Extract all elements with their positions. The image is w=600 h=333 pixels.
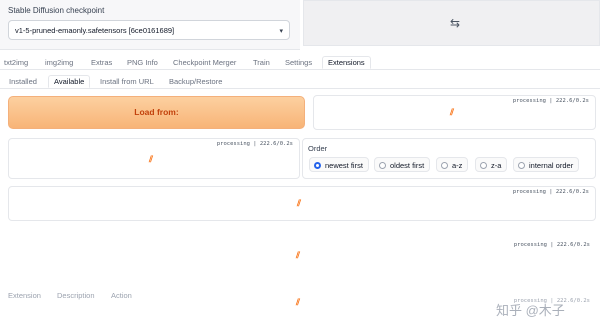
checkpoint-label: Stable Diffusion checkpoint bbox=[8, 6, 105, 15]
watermark: 知乎 @木子 bbox=[496, 303, 565, 318]
checkpoint-dropdown[interactable]: v1-5-pruned-emaonly.safetensors [6ce0161… bbox=[8, 20, 290, 40]
tab-checkpoint-merger[interactable]: Checkpoint Merger bbox=[173, 58, 236, 67]
tab-extensions[interactable]: Extensions bbox=[322, 56, 371, 69]
order-option-newest-first[interactable]: newest first bbox=[309, 157, 369, 172]
order-option-z-a[interactable]: z-a bbox=[475, 157, 508, 172]
order-option-label: oldest first bbox=[390, 161, 425, 170]
subtab-available[interactable]: Available bbox=[48, 75, 91, 88]
radio-icon bbox=[480, 162, 487, 169]
loading-icon: ⫽ bbox=[296, 250, 301, 260]
order-option-oldest-first[interactable]: oldest first bbox=[374, 157, 431, 172]
loading-icon: ⫽ bbox=[296, 297, 301, 307]
order-option-label: z-a bbox=[491, 161, 502, 170]
order-option-label: newest first bbox=[325, 161, 363, 170]
order-option-label: a-z bbox=[452, 161, 463, 170]
hide-extensions-panel: processing | 222.6/0.2s ⫽ bbox=[8, 138, 300, 179]
filter-panel: processing | 222.6/0.2s ⫽ bbox=[8, 186, 596, 221]
url-field-panel[interactable]: processing | 222.6/0.2s ⫽ bbox=[313, 95, 596, 130]
status-text: processing | 222.6/0.2s bbox=[216, 141, 293, 147]
chevron-down-icon: ▾ bbox=[279, 28, 283, 35]
order-option-label: internal order bbox=[529, 161, 574, 170]
main-tabs: txt2img img2img Extras PNG Info Checkpoi… bbox=[0, 56, 600, 70]
tab-extras[interactable]: Extras bbox=[91, 58, 112, 67]
search-panel: processing | 222.6/0.2s ⫽ bbox=[8, 240, 596, 268]
order-option-internal-order[interactable]: internal order bbox=[513, 157, 580, 172]
checkpoint-value: v1-5-pruned-emaonly.safetensors [6ce0161… bbox=[15, 26, 175, 35]
radio-icon bbox=[441, 162, 448, 169]
loading-icon: ⫽ bbox=[450, 107, 455, 117]
swap-icon: ⇆ bbox=[450, 16, 461, 30]
status-text: processing | 222.6/0.2s bbox=[512, 189, 589, 195]
radio-icon bbox=[379, 162, 386, 169]
loading-icon: ⫽ bbox=[297, 198, 302, 208]
subtab-install-from-url[interactable]: Install from URL bbox=[100, 77, 154, 86]
extension-subtabs: Installed Available Install from URL Bac… bbox=[0, 75, 600, 89]
radio-icon bbox=[518, 162, 525, 169]
tab-img2img[interactable]: img2img bbox=[45, 58, 73, 67]
subtab-backup-restore[interactable]: Backup/Restore bbox=[169, 77, 222, 86]
tab-settings[interactable]: Settings bbox=[285, 58, 312, 67]
subtab-installed[interactable]: Installed bbox=[9, 77, 37, 86]
tab-png-info[interactable]: PNG Info bbox=[127, 58, 158, 67]
status-text: processing | 222.6/0.2s bbox=[512, 98, 589, 104]
tab-train[interactable]: Train bbox=[253, 58, 270, 67]
status-text: processing | 222.6/0.2s bbox=[513, 242, 590, 248]
radio-selected-icon bbox=[314, 162, 321, 169]
tab-txt2img[interactable]: txt2img bbox=[4, 58, 28, 67]
load-from-button[interactable]: Load from: bbox=[8, 96, 305, 129]
refresh-checkpoint-button[interactable]: ⇆ bbox=[303, 0, 600, 46]
order-label: Order bbox=[308, 144, 328, 153]
order-option-a-z[interactable]: a-z bbox=[436, 157, 469, 172]
checkpoint-panel: Stable Diffusion checkpoint v1-5-pruned-… bbox=[0, 0, 300, 50]
loading-icon: ⫽ bbox=[149, 154, 154, 164]
